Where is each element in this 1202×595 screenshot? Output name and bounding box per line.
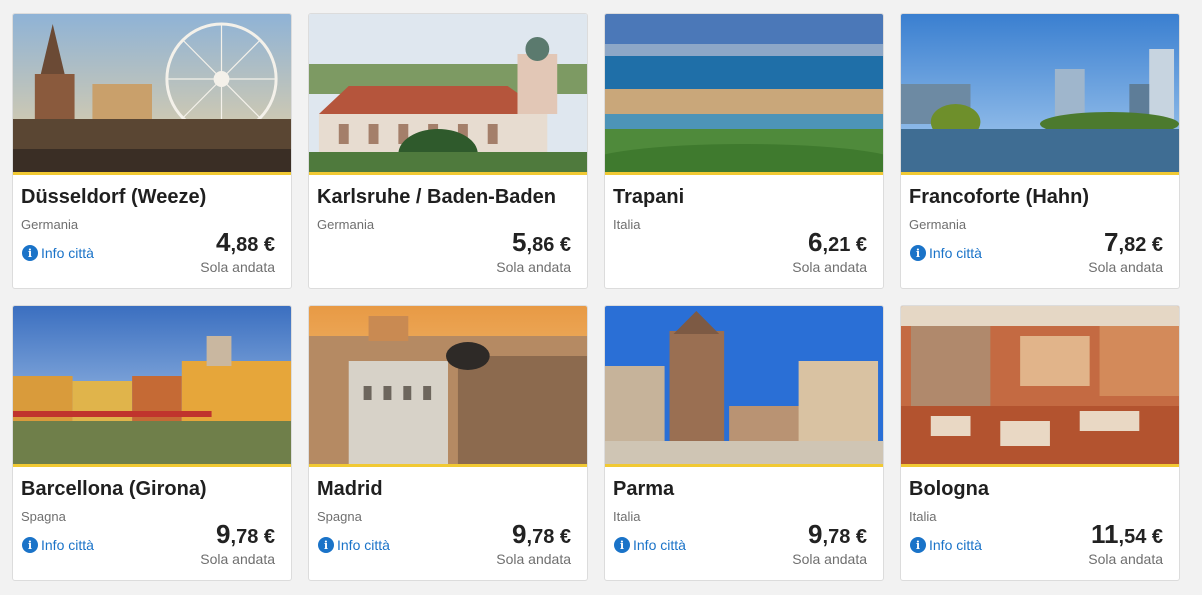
info-city-link[interactable]: i Info città [22, 245, 94, 261]
price: 4,88 € [216, 227, 275, 258]
destination-city: Francoforte (Hahn) [909, 186, 1089, 208]
price-integer: 11 [1091, 519, 1119, 549]
destination-country: Italia [909, 509, 937, 524]
fare-type: Sola andata [200, 259, 275, 275]
info-city-link[interactable]: i Info città [22, 537, 94, 553]
destination-country: Spagna [21, 509, 66, 524]
price-decimal: ,78 € [526, 526, 571, 548]
fare-type: Sola andata [1088, 259, 1163, 275]
price-decimal: ,21 € [822, 234, 867, 256]
info-city-link[interactable]: i Info città [318, 537, 390, 553]
price-integer: 5 [512, 227, 527, 257]
destination-photo [309, 306, 587, 464]
destination-card-parma[interactable]: Parma Italia i Info città 9,78 € Sola an… [604, 305, 884, 581]
destination-grid: Düsseldorf (Weeze) Germania i Info città… [12, 13, 1180, 581]
price: 9,78 € [216, 519, 275, 550]
card-accent-bar [605, 464, 883, 467]
price-integer: 6 [808, 227, 823, 257]
destination-card-madrid[interactable]: Madrid Spagna i Info città 9,78 € Sola a… [308, 305, 588, 581]
fare-type: Sola andata [792, 259, 867, 275]
destination-country: Italia [613, 509, 641, 524]
destination-card-dusseldorf[interactable]: Düsseldorf (Weeze) Germania i Info città… [12, 13, 292, 289]
price-decimal: ,78 € [822, 526, 867, 548]
info-city-link[interactable]: i Info città [910, 245, 982, 261]
info-circle-icon: i [910, 537, 926, 553]
info-city-label: Info città [929, 537, 982, 553]
destination-photo [901, 306, 1179, 464]
price-integer: 4 [216, 227, 231, 257]
destination-city: Trapani [613, 186, 685, 208]
destination-city: Karlsruhe / Baden-Baden [317, 186, 556, 208]
destination-card-karlsruhe[interactable]: Karlsruhe / Baden-Baden Germania 5,86 € … [308, 13, 588, 289]
price-integer: 9 [808, 519, 823, 549]
destination-photo [605, 14, 883, 172]
price: 6,21 € [808, 227, 867, 258]
fare-type: Sola andata [496, 551, 571, 567]
info-city-label: Info città [337, 537, 390, 553]
price: 9,78 € [808, 519, 867, 550]
price-integer: 9 [512, 519, 527, 549]
price-decimal: ,86 € [526, 234, 571, 256]
destination-country: Italia [613, 217, 641, 232]
destination-card-barcellona[interactable]: Barcellona (Girona) Spagna i Info città … [12, 305, 292, 581]
destination-photo [605, 306, 883, 464]
fare-type: Sola andata [792, 551, 867, 567]
price: 7,82 € [1104, 227, 1163, 258]
destination-city: Madrid [317, 478, 383, 500]
destination-country: Germania [909, 217, 967, 232]
destination-photo [13, 14, 291, 172]
fare-type: Sola andata [1088, 551, 1163, 567]
price-decimal: ,54 € [1118, 526, 1163, 548]
fare-type: Sola andata [496, 259, 571, 275]
card-accent-bar [605, 172, 883, 175]
fare-type: Sola andata [200, 551, 275, 567]
destination-photo [309, 14, 587, 172]
card-accent-bar [13, 464, 291, 467]
destination-country: Germania [21, 217, 79, 232]
destination-photo [901, 14, 1179, 172]
destination-card-francoforte[interactable]: Francoforte (Hahn) Germania i Info città… [900, 13, 1180, 289]
price: 11,54 € [1091, 519, 1163, 550]
price-decimal: ,78 € [230, 526, 275, 548]
card-accent-bar [309, 172, 587, 175]
price-decimal: ,82 € [1118, 234, 1163, 256]
destination-city: Barcellona (Girona) [21, 478, 207, 500]
info-city-label: Info città [633, 537, 686, 553]
price-integer: 7 [1104, 227, 1119, 257]
destination-city: Parma [613, 478, 675, 500]
info-circle-icon: i [22, 537, 38, 553]
price: 9,78 € [512, 519, 571, 550]
info-city-label: Info città [41, 537, 94, 553]
price-decimal: ,88 € [230, 234, 275, 256]
info-city-link[interactable]: i Info città [910, 537, 982, 553]
destination-country: Germania [317, 217, 375, 232]
card-accent-bar [901, 464, 1179, 467]
destination-country: Spagna [317, 509, 362, 524]
destination-photo [13, 306, 291, 464]
destination-card-bologna[interactable]: Bologna Italia i Info città 11,54 € Sola… [900, 305, 1180, 581]
info-city-label: Info città [41, 245, 94, 261]
destination-card-trapani[interactable]: Trapani Italia 6,21 € Sola andata [604, 13, 884, 289]
info-circle-icon: i [318, 537, 334, 553]
info-city-label: Info città [929, 245, 982, 261]
destination-city: Düsseldorf (Weeze) [21, 186, 207, 208]
destination-city: Bologna [909, 478, 989, 500]
info-circle-icon: i [910, 245, 926, 261]
price-integer: 9 [216, 519, 231, 549]
card-accent-bar [309, 464, 587, 467]
card-accent-bar [13, 172, 291, 175]
info-city-link[interactable]: i Info città [614, 537, 686, 553]
info-circle-icon: i [614, 537, 630, 553]
info-circle-icon: i [22, 245, 38, 261]
card-accent-bar [901, 172, 1179, 175]
price: 5,86 € [512, 227, 571, 258]
